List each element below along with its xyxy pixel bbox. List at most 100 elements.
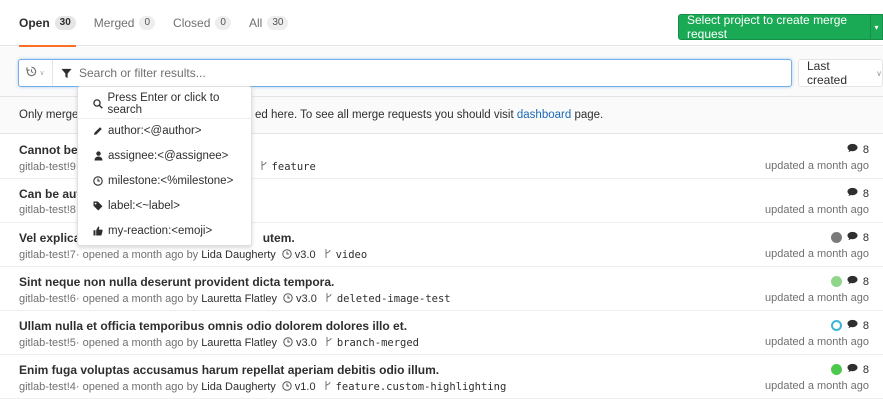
info-text-tail: page. (571, 109, 604, 121)
dropdown-search-hint[interactable]: Press Enter or click to search (78, 92, 251, 116)
author-link[interactable]: Lida Daugherty (201, 249, 276, 261)
search-filter-input[interactable]: ∨ Search or filter results... (18, 59, 792, 87)
recent-searches-button[interactable]: ∨ (19, 60, 53, 86)
thumbs-up-icon (92, 226, 104, 236)
branch-name: feature (271, 161, 316, 173)
merge-request-stats: 8 (847, 143, 869, 156)
comments-icon (847, 187, 858, 200)
tab-closed[interactable]: Closed 0 (164, 0, 240, 46)
comments-icon (847, 363, 858, 376)
merge-request-meta-tail: · opened a month ago by (75, 337, 199, 349)
merge-request-ref: gitlab-test!6 (19, 293, 76, 305)
comments-icon (847, 231, 858, 244)
history-icon (26, 66, 37, 80)
author-link[interactable]: Lauretta Flatley (201, 293, 277, 305)
sort-dropdown[interactable]: Last created ∨ (798, 59, 883, 87)
merge-request-stats: 8 (830, 231, 869, 244)
milestone[interactable]: v3.0 (283, 292, 317, 306)
assignee-avatar[interactable] (830, 276, 842, 287)
milestone-name: v3.0 (294, 249, 316, 261)
author-link[interactable]: Lida Daugherty (201, 381, 276, 393)
merge-request-ref: gitlab-test!7 (19, 249, 76, 261)
info-text-suffix: ed here. To see all merge requests you s… (255, 109, 517, 121)
assignee-avatar[interactable] (830, 320, 842, 331)
dropdown-item-label: label:<~label> (108, 200, 180, 212)
merge-request-title[interactable]: Ullam nulla et officia temporibus omnis … (19, 319, 407, 333)
tab-merged-label: Merged (93, 16, 135, 30)
dropdown-item-label: my-reaction:<emoji> (108, 225, 213, 237)
clock-icon (282, 380, 292, 394)
merge-request-title[interactable]: Sint neque non nulla deserunt provident … (19, 275, 334, 289)
dropdown-item-my-reaction[interactable]: my-reaction:<emoji> (78, 220, 251, 242)
merge-request-meta: gitlab-test!4 · opened a month ago by Li… (19, 380, 506, 394)
merge-request-meta-tail: · opened a month ago by (75, 381, 199, 393)
filter-icon (61, 67, 73, 79)
tab-closed-count: 0 (215, 16, 231, 30)
search-placeholder: Search or filter results... (79, 66, 206, 80)
branch: feature.custom-highlighting (324, 380, 507, 394)
updated-time: updated a month ago (765, 336, 869, 348)
updated-time: updated a month ago (765, 160, 869, 172)
comments-icon (847, 275, 858, 288)
merge-request-ref: gitlab-test!8 (19, 204, 76, 216)
tab-open-count: 30 (54, 16, 76, 30)
comments-count: 8 (862, 363, 869, 376)
merge-request-row[interactable]: Sint neque non nulla deserunt provident … (0, 267, 883, 311)
merge-request-title[interactable]: Enim fuga voluptas accusamus harum repel… (19, 363, 439, 377)
comments-count: 8 (862, 319, 869, 332)
chevron-down-icon[interactable]: ▾ (870, 15, 882, 39)
merge-request-meta-tail: · opened a month ago by (75, 293, 199, 305)
info-text-prefix: Only merge r (19, 109, 86, 121)
dropdown-hint-label: Press Enter or click to search (107, 92, 220, 116)
merge-request-row[interactable]: Ullam nulla et officia temporibus omnis … (0, 311, 883, 355)
chevron-down-icon: ∨ (876, 68, 882, 78)
create-merge-request-button[interactable]: Select project to create merge request ▾ (678, 13, 883, 41)
milestone[interactable]: v1.0 (282, 380, 316, 394)
author-link[interactable]: Lauretta Flatley (201, 337, 277, 349)
branch: feature (260, 160, 316, 174)
dropdown-item-author[interactable]: author:<@author> (78, 120, 251, 142)
merge-request-stats: 8 (830, 275, 869, 288)
milestone-name: v3.0 (296, 293, 317, 305)
dropdown-item-assignee[interactable]: assignee:<@assignee> (78, 145, 251, 167)
dropdown-item-label: milestone:<%milestone> (108, 175, 234, 187)
merge-request-meta: gitlab-test!7 · opened a month ago by Li… (19, 248, 367, 262)
dropdown-item-milestone[interactable]: milestone:<%milestone> (78, 170, 251, 192)
updated-time: updated a month ago (765, 292, 869, 304)
tab-open-label: Open (19, 16, 50, 30)
dropdown-item-label: assignee:<@assignee> (108, 150, 229, 162)
branch-icon (324, 380, 332, 394)
assignee-avatar[interactable] (830, 232, 842, 243)
dropdown-item-label-filter[interactable]: label:<~label> (78, 195, 251, 217)
dashboard-link[interactable]: dashboard (517, 109, 571, 121)
comments-count: 8 (862, 231, 869, 244)
branch-icon (324, 248, 332, 262)
merge-request-row[interactable]: Enim fuga voluptas accusamus harum repel… (0, 355, 883, 399)
comments-count: 8 (862, 143, 869, 156)
merge-request-stats: 8 (830, 319, 869, 332)
milestone[interactable]: v3.0 (282, 248, 316, 262)
filter-suggestions-dropdown: Press Enter or click to search author:<@… (77, 86, 252, 246)
merge-request-ref: gitlab-test!4 (19, 381, 76, 393)
merge-request-meta-tail: · opened a month ago by (75, 249, 199, 261)
tab-merged-count: 0 (139, 16, 156, 30)
comments-count: 8 (862, 275, 869, 288)
dropdown-item-label: author:<@author> (108, 125, 202, 137)
updated-time: updated a month ago (765, 204, 869, 216)
comments-count: 8 (862, 187, 869, 200)
assignee-avatar[interactable] (830, 364, 842, 375)
tab-merged[interactable]: Merged 0 (85, 0, 164, 46)
pencil-icon (92, 126, 104, 136)
clock-icon (283, 292, 293, 306)
merge-request-ref: gitlab-test!5 (19, 337, 76, 349)
branch: video (324, 248, 367, 262)
merge-request-meta: gitlab-test!6 · opened a month ago by La… (19, 292, 451, 306)
create-merge-request-label: Select project to create merge request (687, 13, 848, 41)
milestone[interactable]: v3.0 (283, 336, 317, 350)
branch-name: feature.custom-highlighting (335, 381, 507, 393)
updated-time: updated a month ago (765, 248, 869, 260)
merge-request-ref: gitlab-test!9 (19, 161, 76, 173)
tab-all[interactable]: All 30 (240, 0, 297, 46)
branch: branch-merged (325, 336, 419, 350)
tab-open[interactable]: Open 30 (10, 0, 85, 47)
